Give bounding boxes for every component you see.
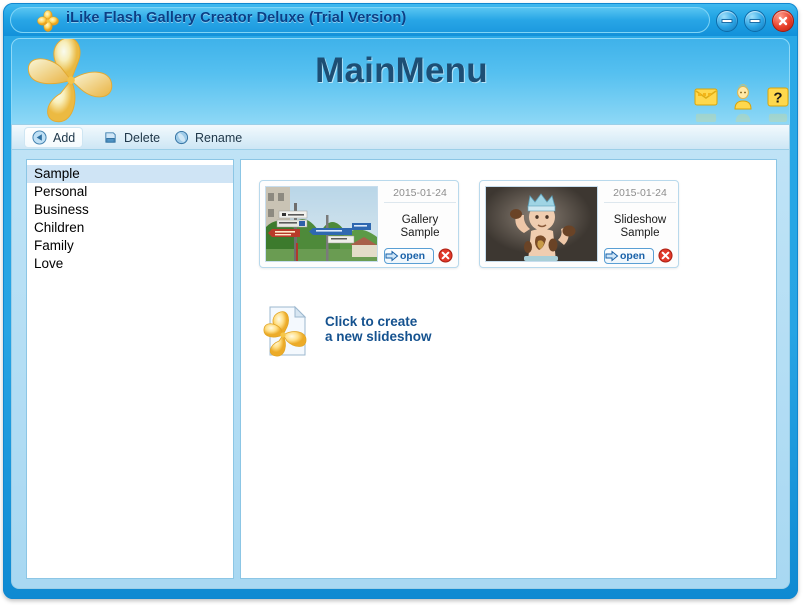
open-arrow-icon (605, 250, 619, 262)
close-icon (777, 15, 789, 27)
delete-card-button[interactable] (658, 248, 673, 263)
delete-button[interactable]: Delete (96, 127, 167, 148)
card-title: Slideshow Sample (604, 214, 676, 241)
app-flower-icon (37, 10, 59, 32)
user-icon[interactable] (730, 84, 756, 110)
card-title-line1: Slideshow (604, 214, 676, 227)
page-title: MainMenu (12, 51, 790, 91)
window-inner-frame: iLike Flash Gallery Creator Deluxe (Tria… (3, 3, 798, 599)
delete-label: Delete (124, 131, 160, 145)
baby-with-crown-photo (486, 187, 597, 261)
minimize-button[interactable] (716, 10, 738, 32)
create-new-line1: Click to create (325, 314, 432, 329)
help-icon[interactable]: ? (765, 84, 790, 110)
add-button[interactable]: Add (24, 127, 83, 148)
card-details: 2015-01-24 Slideshow Sample open (604, 185, 676, 265)
minimize-glyph (722, 19, 733, 23)
card-thumbnail[interactable] (265, 186, 378, 262)
open-label: open (620, 250, 645, 262)
card-actions: open (604, 248, 676, 266)
add-label: Add (53, 131, 75, 145)
open-button[interactable]: open (604, 248, 654, 264)
card-date: 2015-01-24 (604, 185, 676, 203)
card-title: Gallery Sample (384, 214, 456, 241)
title-bar[interactable]: iLike Flash Gallery Creator Deluxe (Tria… (4, 4, 797, 36)
toolbar: Add Delete Rename (11, 124, 790, 150)
help-icon-reflection (765, 111, 790, 122)
category-list[interactable]: Sample Personal Business Children Family… (26, 159, 234, 579)
delete-icon (103, 130, 118, 145)
gallery-card[interactable]: 2015-01-24 Gallery Sample open (259, 180, 459, 268)
user-icon-reflection (730, 111, 756, 122)
delete-card-button[interactable] (438, 248, 453, 263)
window-title: iLike Flash Gallery Creator Deluxe (Tria… (66, 10, 406, 26)
street-signpost-photo (266, 187, 377, 261)
mail-icon-reflection (693, 111, 719, 122)
restore-button[interactable] (744, 10, 766, 32)
document-flower-icon (263, 305, 311, 357)
content-panel: 2015-01-24 Gallery Sample open (240, 159, 777, 579)
card-actions: open (384, 248, 456, 266)
restore-glyph (750, 19, 761, 23)
gallery-card[interactable]: 2015-01-24 Slideshow Sample open (479, 180, 679, 268)
mail-icon[interactable] (693, 84, 719, 110)
create-new-label: Click to create a new slideshow (325, 314, 432, 344)
card-details: 2015-01-24 Gallery Sample open (384, 185, 456, 265)
svg-text:?: ? (773, 90, 782, 107)
rename-icon (174, 130, 189, 145)
add-icon (32, 130, 47, 145)
rename-label: Rename (195, 131, 242, 145)
open-arrow-icon (385, 250, 399, 262)
card-thumbnail[interactable] (485, 186, 598, 262)
body-area: Sample Personal Business Children Family… (11, 150, 790, 589)
card-title-line1: Gallery (384, 214, 456, 227)
rename-button[interactable]: Rename (167, 127, 249, 148)
card-title-line2: Sample (384, 227, 456, 240)
sidebar-item-family[interactable]: Family (27, 237, 233, 255)
open-label: open (400, 250, 425, 262)
create-new-line2: a new slideshow (325, 329, 432, 344)
sidebar-item-children[interactable]: Children (27, 219, 233, 237)
create-new-slideshow-button[interactable]: Click to create a new slideshow (263, 305, 523, 357)
application-window: iLike Flash Gallery Creator Deluxe (Tria… (3, 3, 798, 599)
header-banner: MainMenu ? (11, 38, 790, 124)
card-date: 2015-01-24 (384, 185, 456, 203)
card-title-line2: Sample (604, 227, 676, 240)
sidebar-item-sample[interactable]: Sample (27, 165, 233, 183)
sidebar-item-business[interactable]: Business (27, 201, 233, 219)
open-button[interactable]: open (384, 248, 434, 264)
close-button[interactable] (772, 10, 794, 32)
sidebar-item-personal[interactable]: Personal (27, 183, 233, 201)
sidebar-item-love[interactable]: Love (27, 255, 233, 273)
